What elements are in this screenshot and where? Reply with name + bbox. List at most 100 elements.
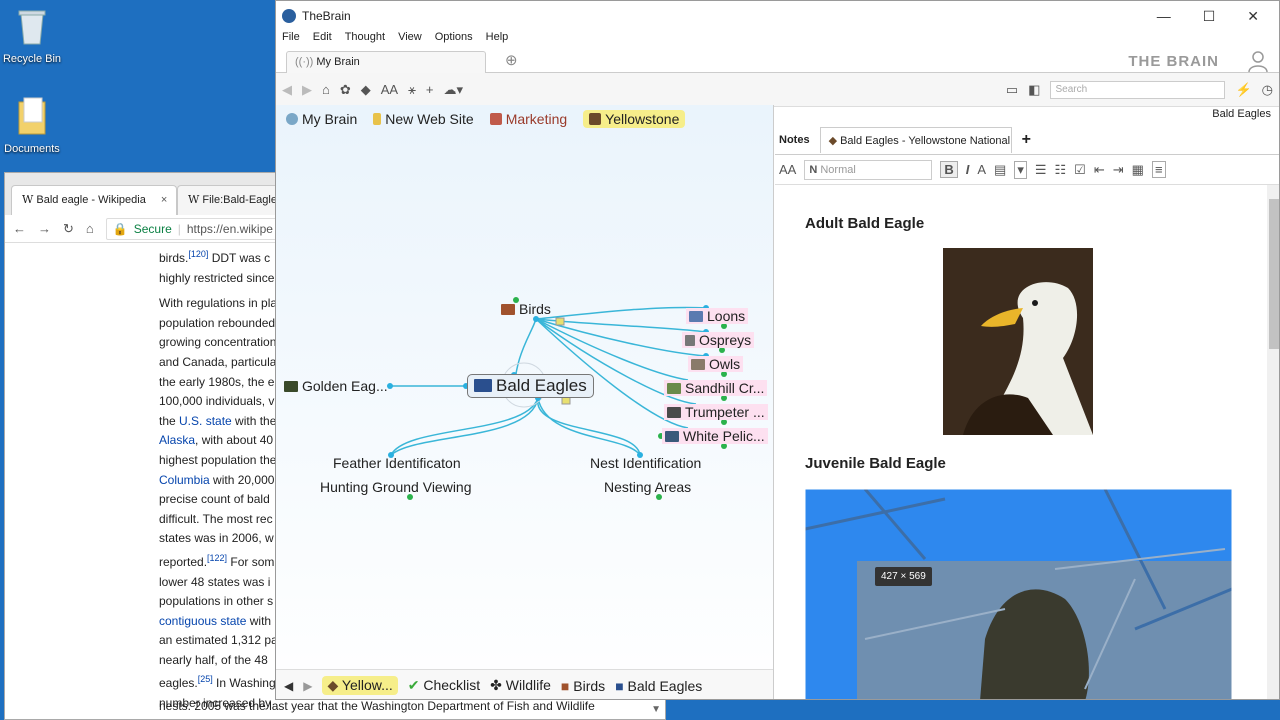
back-icon[interactable]: ◀ xyxy=(284,679,293,693)
text-line: precise count of bald xyxy=(159,492,270,507)
menu-edit[interactable]: Edit xyxy=(313,31,332,45)
indent-icon[interactable]: ⇥ xyxy=(1113,162,1124,178)
breadcrumb-item[interactable]: ✔ Checklist xyxy=(408,677,480,694)
checkbox-icon[interactable]: ☑ xyxy=(1074,162,1086,178)
secure-label: Secure xyxy=(133,221,172,236)
citation-link[interactable]: [120] xyxy=(188,249,208,259)
citation-link[interactable]: [25] xyxy=(198,674,213,684)
forward-icon[interactable]: → xyxy=(38,221,51,236)
breadcrumb-item[interactable]: ■ Bald Eagles xyxy=(615,678,702,694)
highlight-icon[interactable]: ▤ xyxy=(994,162,1006,178)
scrollbar-thumb[interactable] xyxy=(1269,199,1279,349)
juvenile-eagle-photo xyxy=(805,489,1232,699)
tab-notes[interactable]: Notes xyxy=(775,128,814,152)
notes-scrollbar[interactable] xyxy=(1267,185,1279,699)
numbered-list-icon[interactable]: ☷ xyxy=(1055,162,1067,178)
thought-node-sibling[interactable]: Loons xyxy=(686,308,749,324)
menu-thought[interactable]: Thought xyxy=(345,31,385,45)
desktop-icon-documents[interactable]: Documents xyxy=(0,96,64,155)
home-icon[interactable]: ⌂ xyxy=(86,221,94,236)
font-size-icon[interactable]: AA xyxy=(381,82,398,97)
maximize-button[interactable]: ☐ xyxy=(1203,8,1216,25)
table-icon[interactable]: ▦ xyxy=(1132,162,1144,178)
text-line: states was in 2006, w xyxy=(159,531,274,546)
tab-label: My Brain xyxy=(316,56,360,68)
lock-icon: 🔒 xyxy=(112,221,128,236)
thought-node-jump[interactable]: Golden Eag... xyxy=(284,378,388,394)
paragraph-style-select[interactable]: N Normal xyxy=(804,159,933,180)
clock-icon[interactable]: ◷ xyxy=(1262,82,1273,98)
bullet-list-icon[interactable]: ☰ xyxy=(1035,162,1047,178)
close-icon[interactable]: × xyxy=(161,194,167,206)
thought-node-sibling[interactable]: Owls xyxy=(688,356,744,372)
note-document[interactable]: Adult Bald Eagle Juvenile Bald Eagle 427… xyxy=(775,185,1261,699)
alaska-link[interactable]: Alaska xyxy=(159,433,195,447)
font-size-icon[interactable]: AA xyxy=(779,162,796,177)
tab-attachment[interactable]: ◆ Bald Eagles - Yellowstone National... xyxy=(819,126,1012,153)
browser-tab-wikipedia[interactable]: W Bald eagle - Wikipedia × xyxy=(11,185,177,215)
bird-icon: ■ xyxy=(560,677,570,694)
italic-icon[interactable]: I xyxy=(966,162,970,177)
adult-eagle-image[interactable] xyxy=(943,248,1093,435)
back-icon[interactable]: ← xyxy=(13,221,26,236)
reload-icon[interactable]: ↻ xyxy=(63,221,74,237)
thought-node-child[interactable]: Hunting Ground Viewing xyxy=(320,479,472,495)
thought-node-child[interactable]: Nest Identification xyxy=(590,455,701,471)
search-input[interactable]: Search xyxy=(1050,80,1226,99)
url-text: https://en.wikipe xyxy=(186,221,273,236)
thought-node-active[interactable]: Bald Eagles xyxy=(467,374,594,398)
thought-label: Sandhill Cr... xyxy=(685,380,765,396)
menu-options[interactable]: Options xyxy=(435,31,473,45)
thought-node-sibling[interactable]: White Pelic... xyxy=(662,428,768,444)
tag-icon[interactable]: ◆ xyxy=(361,82,371,98)
thought-node-child[interactable]: Nesting Areas xyxy=(604,479,691,495)
thought-node-child[interactable]: Feather Identificaton xyxy=(333,455,461,471)
text-line: reported. xyxy=(159,554,208,569)
outdent-icon[interactable]: ⇤ xyxy=(1094,162,1105,178)
home-icon[interactable]: ⌂ xyxy=(322,82,330,97)
layout-icon[interactable]: ⚹ xyxy=(408,82,416,98)
desktop-icon-label: Documents xyxy=(4,143,60,155)
align-icon[interactable]: ≡ xyxy=(1151,161,1166,178)
contiguous-state-link[interactable]: contiguous state xyxy=(159,614,246,628)
juvenile-eagle-image-selected[interactable]: 427 × 569 xyxy=(805,489,1232,699)
us-state-link[interactable]: U.S. state xyxy=(179,414,232,428)
breadcrumb-item[interactable]: ◆ Yellow... xyxy=(322,676,398,695)
bold-icon[interactable]: B xyxy=(940,161,958,178)
thought-node-sibling[interactable]: Ospreys xyxy=(682,332,755,348)
desktop-icon-label: Recycle Bin xyxy=(2,53,62,65)
font-color-icon[interactable]: A xyxy=(977,162,986,177)
user-icon[interactable] xyxy=(1247,49,1269,73)
layout-side-icon[interactable]: ◧ xyxy=(1028,82,1040,98)
menu-file[interactable]: File xyxy=(282,31,300,45)
breadcrumb-item[interactable]: ■ Birds xyxy=(561,678,605,694)
lightning-icon[interactable]: ⚡ xyxy=(1235,82,1251,98)
close-button[interactable]: ✕ xyxy=(1247,8,1259,25)
tab-my-brain[interactable]: ((·)) My Brain xyxy=(286,51,486,73)
breadcrumb-label: Bald Eagles xyxy=(627,677,703,694)
breadcrumb-item[interactable]: ✤ Wildlife xyxy=(490,677,551,694)
scroll-down-icon[interactable]: ▼ xyxy=(651,704,661,715)
forward-icon[interactable]: ▶ xyxy=(302,82,312,98)
columbia-link[interactable]: Columbia xyxy=(159,473,210,487)
thought-node-parent[interactable]: Birds xyxy=(501,301,551,317)
minimize-button[interactable]: — xyxy=(1157,8,1171,25)
plex-view[interactable]: My Brain New Web Site Marketing Yellowst… xyxy=(276,105,774,699)
menu-help[interactable]: Help xyxy=(486,31,509,45)
chevron-down-icon[interactable]: ▾ xyxy=(1014,160,1027,179)
menu-view[interactable]: View xyxy=(398,31,422,45)
add-tab-icon[interactable]: ⊕ xyxy=(505,51,518,69)
thought-node-sibling[interactable]: Trumpeter ... xyxy=(664,404,768,420)
back-icon[interactable]: ◀ xyxy=(282,82,292,98)
photo-icon xyxy=(667,407,681,418)
thought-node-sibling[interactable]: Sandhill Cr... xyxy=(664,380,768,396)
add-tab-icon[interactable]: + xyxy=(1022,131,1031,149)
wikipedia-icon: W xyxy=(22,193,34,206)
desktop-icon-recycle-bin[interactable]: Recycle Bin xyxy=(0,6,64,65)
layout-bottom-icon[interactable]: ▭ xyxy=(1006,82,1018,98)
citation-link[interactable]: [122] xyxy=(207,553,227,563)
forward-icon[interactable]: ▶ xyxy=(303,679,312,693)
tags-icon[interactable]: ✿ xyxy=(340,82,351,98)
cloud-icon[interactable]: ☁▾ xyxy=(444,82,464,98)
add-thought-icon[interactable]: + xyxy=(426,82,434,97)
